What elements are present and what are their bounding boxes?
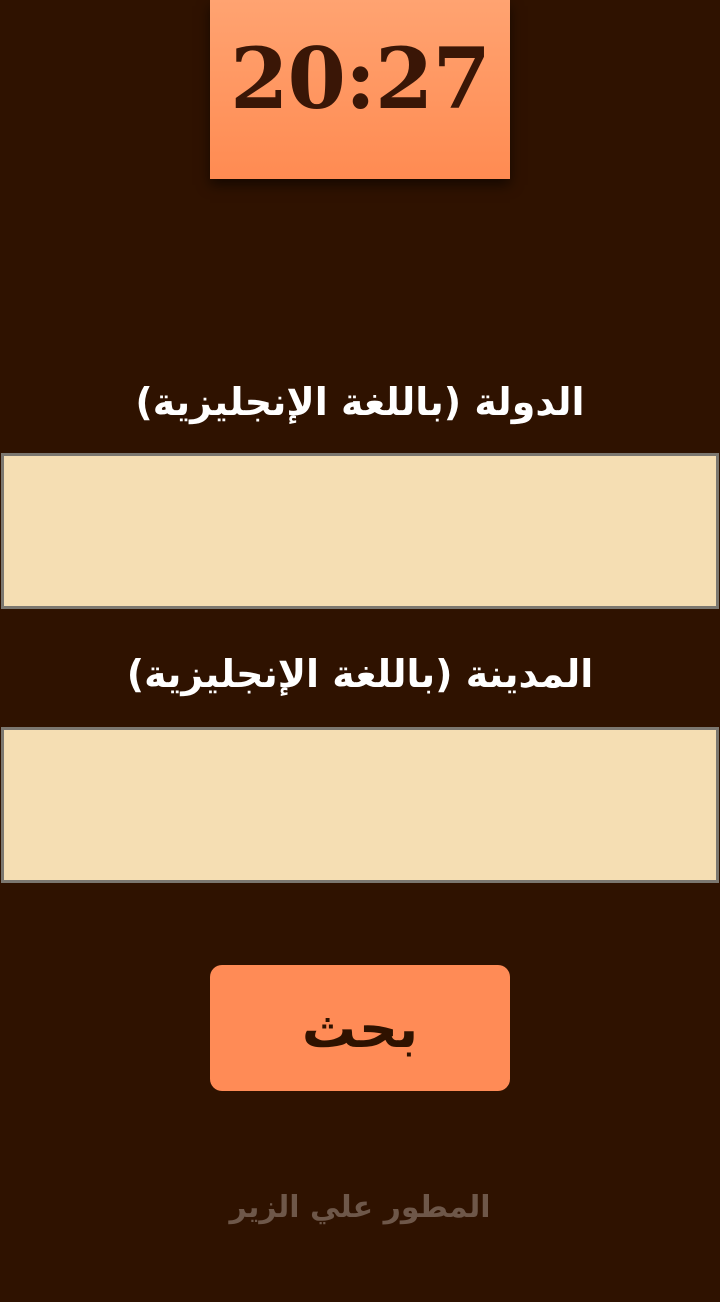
search-button[interactable]: بحث xyxy=(210,965,510,1091)
clock-time: 20:27 xyxy=(230,29,491,128)
city-input[interactable] xyxy=(1,727,719,883)
developer-credit: المطور علي الزير xyxy=(229,1190,491,1225)
country-input[interactable] xyxy=(1,453,719,609)
country-label: الدولة (باللغة الإنجليزية) xyxy=(135,380,585,424)
clock-panel: 20:27 xyxy=(210,0,510,179)
city-label: المدينة (باللغة الإنجليزية) xyxy=(126,652,594,696)
search-button-label: بحث xyxy=(301,996,419,1060)
